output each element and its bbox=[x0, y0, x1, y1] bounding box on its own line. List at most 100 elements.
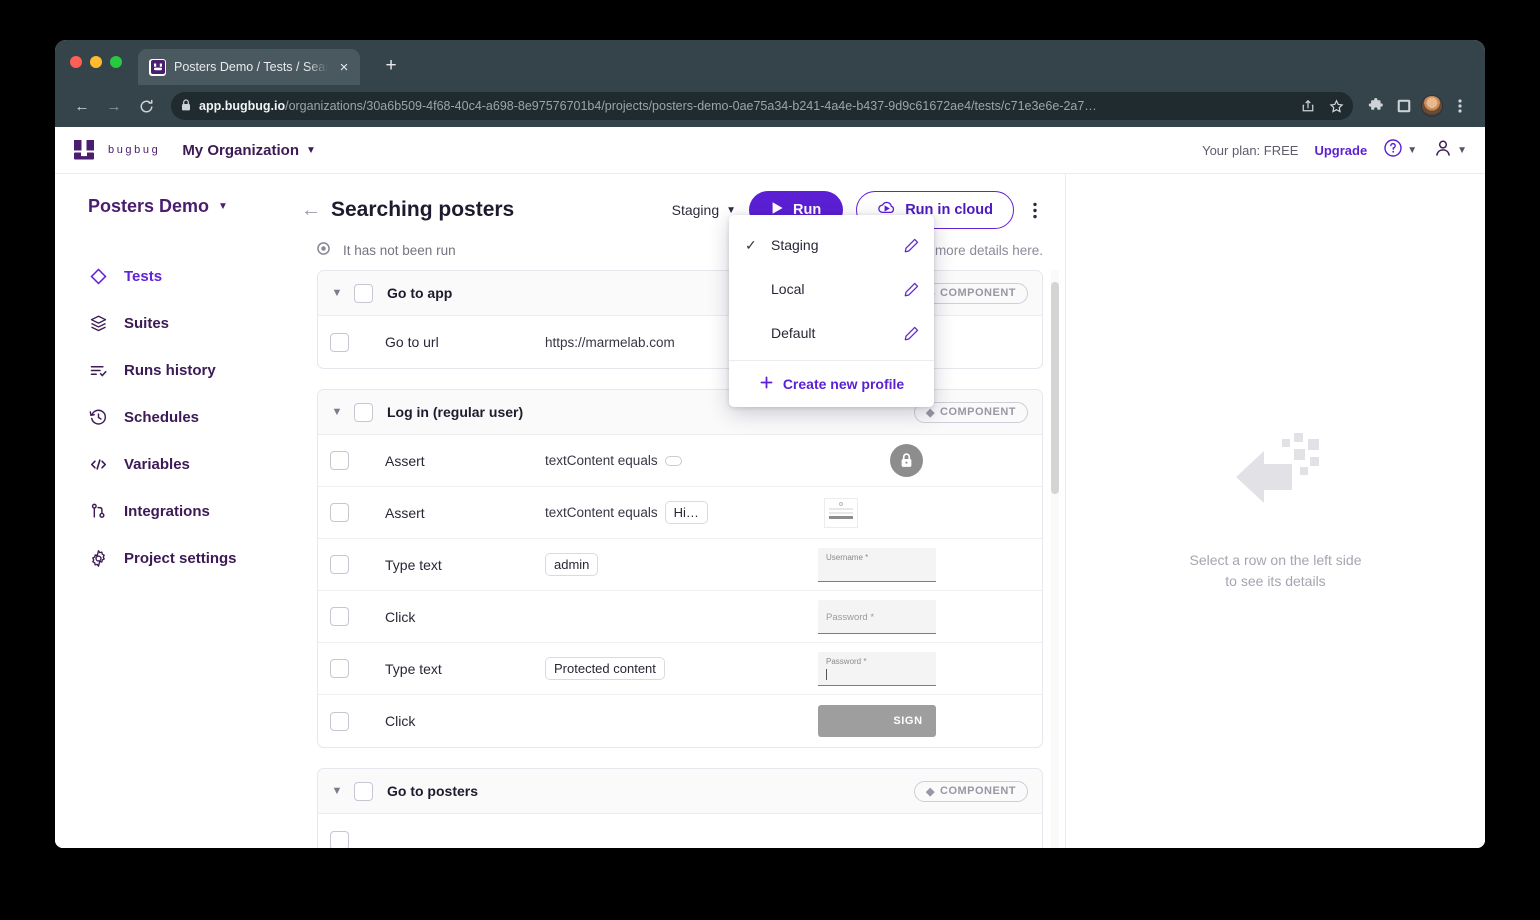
step-checkbox[interactable] bbox=[330, 332, 349, 352]
button-screenshot-thumbnail: SIGN bbox=[818, 705, 936, 737]
arrow-left-icon[interactable]: ← bbox=[295, 199, 327, 222]
clock-rewind-icon bbox=[88, 408, 108, 427]
organization-selector[interactable]: My Organization ▼ bbox=[182, 142, 316, 159]
step-row[interactable]: Type text Protected content Password * bbox=[318, 643, 1042, 695]
help-menu-button[interactable]: ▼ bbox=[1383, 138, 1417, 163]
step-checkbox[interactable] bbox=[330, 830, 349, 848]
step-group-header[interactable]: ▼ Go to posters ◆ COMPONENT bbox=[318, 769, 1042, 814]
group-checkbox[interactable] bbox=[354, 402, 373, 422]
step-checkbox[interactable] bbox=[330, 555, 349, 574]
minimize-window-button[interactable] bbox=[90, 56, 102, 68]
sidebar-item-runs-history[interactable]: Runs history bbox=[55, 347, 285, 394]
account-menu-button[interactable]: ▼ bbox=[1433, 138, 1467, 163]
step-thumbnail bbox=[818, 444, 1028, 477]
profile-menu-item-staging[interactable]: ✓ Staging bbox=[729, 223, 934, 267]
sidebar-item-variables[interactable]: Variables bbox=[55, 441, 285, 488]
component-badge-label: COMPONENT bbox=[940, 406, 1016, 418]
step-value-chip: Hi… bbox=[664, 501, 708, 524]
plus-icon bbox=[759, 375, 774, 393]
pencil-icon[interactable] bbox=[903, 237, 920, 254]
check-icon: ✓ bbox=[745, 236, 757, 253]
status-dot-icon bbox=[317, 242, 330, 258]
code-brackets-icon bbox=[88, 455, 108, 474]
app-top-bar: bugbug My Organization ▼ Your plan: FREE… bbox=[55, 127, 1485, 174]
profile-selector[interactable]: Staging ▼ bbox=[672, 202, 736, 218]
sidebar-item-label: Suites bbox=[124, 315, 170, 332]
forward-button[interactable]: → bbox=[99, 91, 129, 121]
step-row[interactable]: Click Password * bbox=[318, 591, 1042, 643]
plan-label: Your plan: FREE bbox=[1202, 142, 1299, 158]
chevron-down-icon[interactable]: ▼ bbox=[330, 406, 344, 418]
profile-menu-item-default[interactable]: Default bbox=[729, 311, 934, 355]
step-row[interactable]: Assert textContent equals Hi… bbox=[318, 487, 1042, 539]
new-tab-button[interactable]: + bbox=[380, 55, 402, 77]
detail-empty-line2: to see its details bbox=[1225, 572, 1326, 589]
close-tab-button[interactable]: × bbox=[336, 60, 352, 75]
project-selector[interactable]: Posters Demo ▼ bbox=[55, 188, 285, 217]
browser-menu-icon[interactable] bbox=[1447, 93, 1473, 119]
chevron-down-icon: ▼ bbox=[1407, 144, 1418, 156]
close-window-button[interactable] bbox=[70, 56, 82, 68]
step-checkbox[interactable] bbox=[330, 659, 349, 678]
step-action: Assert bbox=[385, 452, 425, 469]
form-screenshot-thumbnail bbox=[824, 497, 858, 528]
url-path: /organizations/30a6b509-4f68-40c4-a698-8… bbox=[285, 99, 1097, 113]
step-group: ▼ Go to posters ◆ COMPONENT bbox=[317, 768, 1043, 848]
create-new-profile-button[interactable]: Create new profile bbox=[729, 361, 934, 407]
profile-avatar[interactable] bbox=[1419, 93, 1445, 119]
status-text: It has not been run bbox=[343, 242, 456, 258]
detail-empty-line1: Select a row on the left side bbox=[1189, 552, 1362, 569]
step-row[interactable]: Assert textContent equals bbox=[318, 435, 1042, 487]
window-traffic-lights bbox=[70, 56, 122, 68]
reload-button[interactable] bbox=[131, 91, 161, 121]
pencil-icon[interactable] bbox=[903, 281, 920, 298]
browser-window: Posters Demo / Tests / Searchi × + ← → a… bbox=[55, 40, 1485, 848]
pencil-icon[interactable] bbox=[903, 325, 920, 342]
bugbug-logo[interactable]: bugbug bbox=[73, 139, 182, 161]
step-row[interactable]: Click SIGN bbox=[318, 695, 1042, 747]
chevron-down-icon: ▼ bbox=[218, 201, 228, 212]
group-checkbox[interactable] bbox=[354, 283, 373, 303]
group-checkbox[interactable] bbox=[354, 781, 373, 801]
extensions-puzzle-icon[interactable] bbox=[1363, 93, 1389, 119]
thumbnail-field-label: Password * bbox=[826, 656, 867, 666]
step-value-text: textContent equals bbox=[545, 505, 658, 520]
sidebar-item-suites[interactable]: Suites bbox=[55, 300, 285, 347]
step-checkbox[interactable] bbox=[330, 503, 349, 522]
scrollbar-thumb[interactable] bbox=[1051, 282, 1059, 494]
steps-scrollbar[interactable] bbox=[1051, 270, 1059, 848]
chevron-down-icon[interactable]: ▼ bbox=[330, 785, 344, 797]
step-group: ▼ Log in (regular user) ◆ COMPONENT Asse… bbox=[317, 389, 1043, 748]
share-icon[interactable] bbox=[1295, 93, 1321, 119]
upgrade-link[interactable]: Upgrade bbox=[1314, 143, 1367, 158]
address-bar-url: app.bugbug.io/organizations/30a6b509-4f6… bbox=[199, 99, 1097, 113]
person-icon bbox=[1433, 138, 1453, 163]
bookmark-star-icon[interactable] bbox=[1323, 93, 1349, 119]
chevron-down-icon: ▼ bbox=[726, 204, 737, 216]
chevron-down-icon[interactable]: ▼ bbox=[330, 287, 344, 299]
maximize-window-button[interactable] bbox=[110, 56, 122, 68]
steps-scroll-area[interactable]: ▼ Go to app ◆ COMPONENT bbox=[285, 270, 1065, 848]
step-row[interactable]: Type text admin Username * bbox=[318, 539, 1042, 591]
step-checkbox[interactable] bbox=[330, 607, 349, 626]
back-button[interactable]: ← bbox=[67, 91, 97, 121]
address-bar[interactable]: app.bugbug.io/organizations/30a6b509-4f6… bbox=[171, 92, 1353, 120]
more-options-button[interactable] bbox=[1027, 202, 1043, 219]
profile-menu-item-local[interactable]: Local bbox=[729, 267, 934, 311]
list-check-icon bbox=[88, 361, 108, 380]
project-name: Posters Demo bbox=[88, 196, 210, 216]
create-new-profile-label: Create new profile bbox=[782, 376, 905, 392]
sidebar-item-integrations[interactable]: Integrations bbox=[55, 488, 285, 535]
browser-tab[interactable]: Posters Demo / Tests / Searchi × bbox=[138, 49, 360, 85]
diamond-small-icon: ◆ bbox=[926, 406, 935, 419]
side-panel-icon[interactable] bbox=[1391, 93, 1417, 119]
step-row[interactable] bbox=[318, 814, 1042, 848]
sidebar-item-label: Project settings bbox=[124, 550, 237, 567]
component-badge-label: COMPONENT bbox=[940, 785, 1016, 797]
step-checkbox[interactable] bbox=[330, 451, 349, 470]
sidebar-item-project-settings[interactable]: Project settings bbox=[55, 535, 285, 582]
thumbnail-field-label: Username * bbox=[826, 552, 869, 562]
step-checkbox[interactable] bbox=[330, 711, 349, 731]
sidebar-item-schedules[interactable]: Schedules bbox=[55, 394, 285, 441]
sidebar-item-tests[interactable]: Tests bbox=[55, 253, 285, 300]
